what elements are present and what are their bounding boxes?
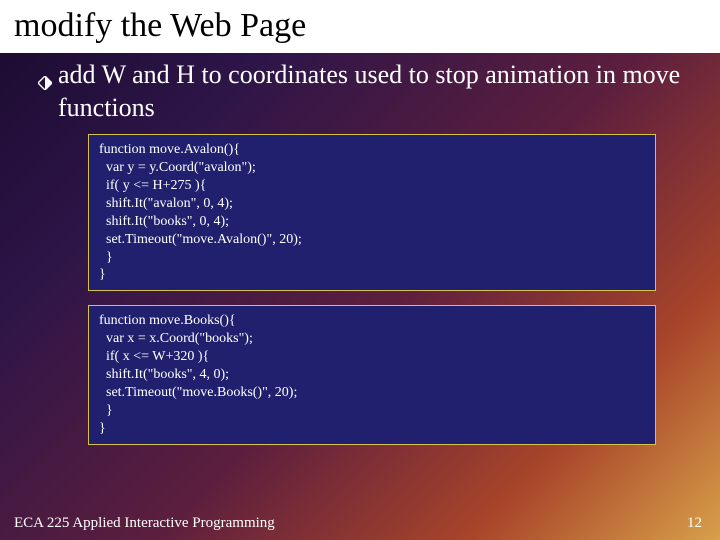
slide-number: 12 (687, 515, 702, 532)
slide-footer: ECA 225 Applied Interactive Programming … (0, 515, 720, 532)
slide-body: add W and H to coordinates used to stop … (0, 53, 720, 445)
slide-title: modify the Web Page (0, 0, 720, 53)
slide: modify the Web Page add W and H to coord… (0, 0, 720, 540)
bullet-text: add W and H to coordinates used to stop … (58, 59, 696, 124)
bullet-item: add W and H to coordinates used to stop … (38, 59, 696, 124)
title-text: modify the Web Page (14, 7, 306, 44)
footer-course: ECA 225 Applied Interactive Programming (14, 515, 275, 532)
code-block-books: function move.Books(){ var x = x.Coord("… (88, 305, 656, 444)
diamond-bullet-icon (38, 66, 52, 99)
code-block-avalon: function move.Avalon(){ var y = y.Coord(… (88, 134, 656, 291)
